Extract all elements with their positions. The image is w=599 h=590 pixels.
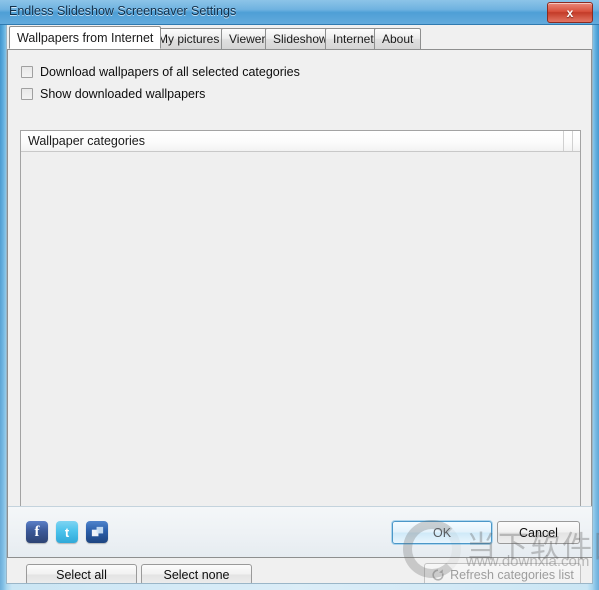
column-divider[interactable] [563, 131, 564, 151]
facebook-glyph: f [34, 523, 40, 540]
close-button[interactable]: x [547, 2, 593, 23]
application-window: Endless Slideshow Screensaver Settings x… [0, 0, 599, 590]
window-title: Endless Slideshow Screensaver Settings [9, 4, 237, 18]
column-header-label: Wallpaper categories [28, 134, 145, 148]
wallpaper-categories-list[interactable]: Wallpaper categories [20, 130, 581, 529]
twitter-icon[interactable]: t [56, 521, 78, 543]
list-column-header[interactable]: Wallpaper categories [21, 131, 580, 152]
client-area: Wallpapers from Internet My pictures Vie… [6, 25, 593, 584]
select-all-button[interactable]: Select all [26, 564, 137, 583]
checkbox-show-downloaded[interactable]: Show downloaded wallpapers [21, 86, 205, 102]
twitter-glyph: t [64, 524, 70, 540]
column-divider[interactable] [572, 131, 573, 151]
checkbox-label: Download wallpapers of all selected cate… [40, 65, 300, 79]
refresh-button-label: Refresh categories list [450, 568, 574, 582]
tab-strip: Wallpapers from Internet My pictures Vie… [7, 25, 592, 50]
share-icon[interactable] [86, 521, 108, 543]
ok-button[interactable]: OK [392, 521, 492, 544]
refresh-categories-button[interactable]: Refresh categories list [424, 563, 581, 583]
title-bar[interactable]: Endless Slideshow Screensaver Settings x [0, 0, 599, 25]
tab-about[interactable]: About [374, 28, 422, 49]
tab-wallpapers-from-internet[interactable]: Wallpapers from Internet [9, 26, 162, 49]
cancel-button[interactable]: Cancel [497, 521, 580, 544]
checkbox-box[interactable] [21, 88, 33, 100]
bottom-bar: f t OK Cancel [8, 506, 592, 557]
checkbox-download-all-selected[interactable]: Download wallpapers of all selected cate… [21, 64, 300, 80]
select-none-button[interactable]: Select none [141, 564, 252, 583]
close-icon: x [566, 5, 574, 20]
share-glyph [86, 521, 108, 543]
list-body-empty[interactable] [21, 152, 580, 528]
checkbox-label: Show downloaded wallpapers [40, 87, 206, 101]
refresh-icon [432, 569, 444, 581]
facebook-icon[interactable]: f [26, 521, 48, 543]
checkbox-box[interactable] [21, 66, 33, 78]
tab-my-pictures[interactable]: My pictures [150, 28, 228, 49]
tab-page-wallpapers-from-internet: Download wallpapers of all selected cate… [7, 50, 592, 583]
